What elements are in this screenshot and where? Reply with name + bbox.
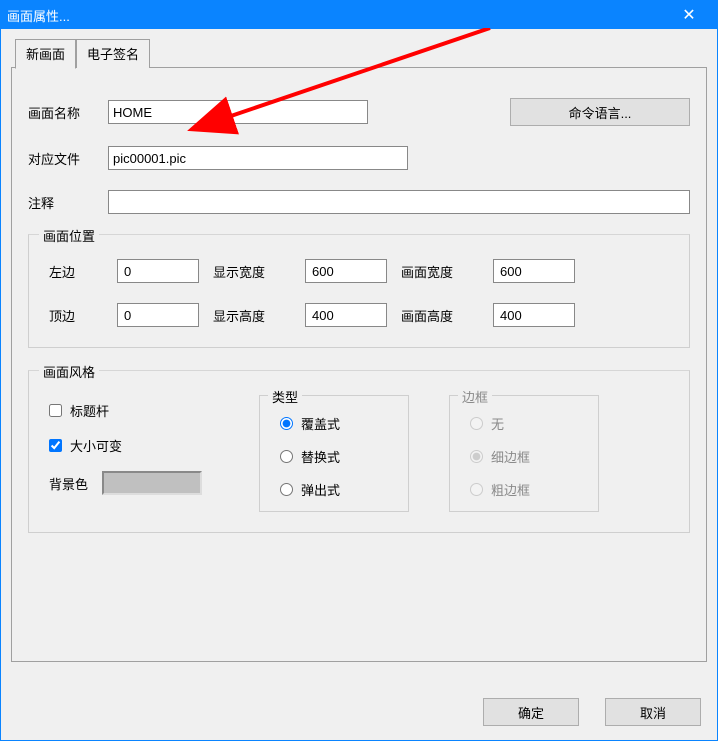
label-pic-h: 画面高度 <box>401 306 479 325</box>
legend-type: 类型 <box>268 387 302 406</box>
style-row: 标题杆 大小可变 背景色 类型 <box>49 395 669 512</box>
close-icon[interactable]: ✕ <box>667 5 711 25</box>
label-left: 左边 <box>49 262 103 281</box>
dialog-window: 画面属性... ✕ 新画面 电子签名 画面名称 命令语言... 对应文件 注释 <box>0 0 718 741</box>
radio-type-replace[interactable]: 替换式 <box>280 447 388 466</box>
titlebar[interactable]: 画面属性... ✕ <box>1 1 717 29</box>
label-file: 对应文件 <box>28 149 108 168</box>
radio-border-thick-label: 粗边框 <box>491 480 530 499</box>
row-screen-name: 画面名称 命令语言... <box>28 98 690 126</box>
radio-type-popup-label: 弹出式 <box>301 480 340 499</box>
radio-type-popup-input[interactable] <box>280 483 293 496</box>
input-file[interactable] <box>108 146 408 170</box>
legend-style: 画面风格 <box>39 362 99 381</box>
radio-type-replace-label: 替换式 <box>301 447 340 466</box>
checkbox-titlebar-input[interactable] <box>49 404 62 417</box>
swatch-bgcolor[interactable] <box>102 471 202 495</box>
style-left-col: 标题杆 大小可变 背景色 <box>49 395 219 495</box>
tab-new-screen[interactable]: 新画面 <box>15 39 76 69</box>
input-top[interactable] <box>117 303 199 327</box>
button-ok[interactable]: 确定 <box>483 698 579 726</box>
group-style: 画面风格 标题杆 大小可变 背景色 <box>28 370 690 533</box>
group-position: 画面位置 左边 显示宽度 画面宽度 顶边 显示高度 画面高度 <box>28 234 690 348</box>
tabpage-new-screen: 画面名称 命令语言... 对应文件 注释 画面位置 左边 <box>11 67 707 662</box>
input-screen-name[interactable] <box>108 100 368 124</box>
label-top: 顶边 <box>49 306 103 325</box>
row-bgcolor: 背景色 <box>49 471 219 495</box>
radio-border-none-input <box>470 417 483 430</box>
checkbox-resizable-input[interactable] <box>49 439 62 452</box>
label-pic-w: 画面宽度 <box>401 262 479 281</box>
group-border: 边框 无 细边框 粗边框 <box>449 395 599 512</box>
label-screen-name: 画面名称 <box>28 103 108 122</box>
radio-border-thin-input <box>470 450 483 463</box>
legend-border: 边框 <box>458 387 492 406</box>
input-disp-w[interactable] <box>305 259 387 283</box>
row-file: 对应文件 <box>28 146 690 170</box>
radio-border-thick: 粗边框 <box>470 480 578 499</box>
group-type: 类型 覆盖式 替换式 弹出式 <box>259 395 409 512</box>
label-bgcolor: 背景色 <box>49 474 88 493</box>
row-comment: 注释 <box>28 190 690 214</box>
input-pic-h[interactable] <box>493 303 575 327</box>
legend-position: 画面位置 <box>39 226 99 245</box>
tab-esign[interactable]: 电子签名 <box>76 39 150 68</box>
radio-border-thick-input <box>470 483 483 496</box>
radio-type-overlay-label: 覆盖式 <box>301 414 340 433</box>
position-grid: 左边 显示宽度 画面宽度 顶边 显示高度 画面高度 <box>49 259 669 327</box>
radio-type-overlay-input[interactable] <box>280 417 293 430</box>
client-area: 新画面 电子签名 画面名称 命令语言... 对应文件 注释 <box>1 29 717 740</box>
input-disp-h[interactable] <box>305 303 387 327</box>
checkbox-resizable-label: 大小可变 <box>70 436 122 455</box>
radio-border-none: 无 <box>470 414 578 433</box>
checkbox-resizable[interactable]: 大小可变 <box>49 436 219 455</box>
input-comment[interactable] <box>108 190 690 214</box>
window-title: 画面属性... <box>7 6 667 25</box>
button-command-language[interactable]: 命令语言... <box>510 98 690 126</box>
button-cancel[interactable]: 取消 <box>605 698 701 726</box>
radio-border-none-label: 无 <box>491 414 504 433</box>
radio-type-replace-input[interactable] <box>280 450 293 463</box>
label-comment: 注释 <box>28 193 108 212</box>
dialog-buttons: 确定 取消 <box>483 698 701 726</box>
radio-type-overlay[interactable]: 覆盖式 <box>280 414 388 433</box>
label-disp-h: 显示高度 <box>213 306 291 325</box>
radio-type-popup[interactable]: 弹出式 <box>280 480 388 499</box>
checkbox-titlebar[interactable]: 标题杆 <box>49 401 219 420</box>
label-disp-w: 显示宽度 <box>213 262 291 281</box>
input-pic-w[interactable] <box>493 259 575 283</box>
radio-border-thin: 细边框 <box>470 447 578 466</box>
checkbox-titlebar-label: 标题杆 <box>70 401 109 420</box>
radio-border-thin-label: 细边框 <box>491 447 530 466</box>
input-left[interactable] <box>117 259 199 283</box>
tabstrip: 新画面 电子签名 <box>15 39 707 68</box>
